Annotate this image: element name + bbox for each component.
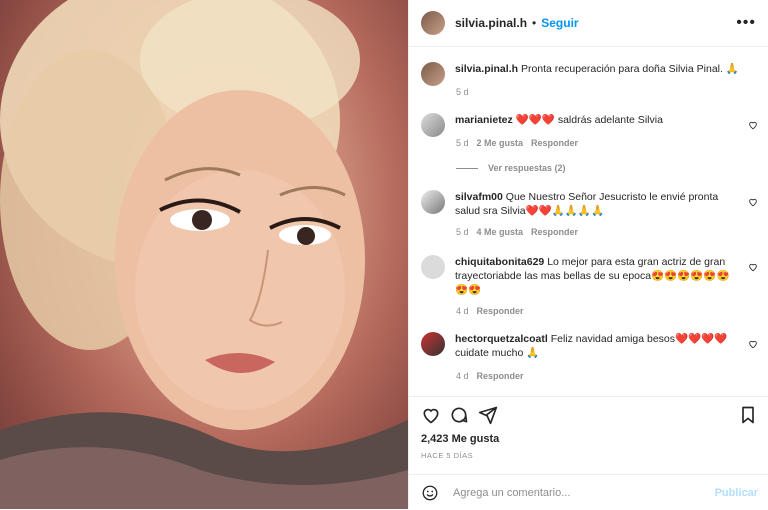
heart-icon[interactable] <box>748 339 758 349</box>
view-replies-button[interactable]: Ver respuestas (2) <box>456 163 566 173</box>
bookmark-icon[interactable] <box>738 405 758 425</box>
publish-button[interactable]: Publicar <box>715 487 758 499</box>
reply-button[interactable]: Responder <box>531 227 578 237</box>
avatar[interactable] <box>421 255 445 279</box>
avatar[interactable] <box>421 11 445 35</box>
avatar[interactable] <box>421 190 445 214</box>
post-timestamp: HACE 5 DÍAS <box>421 451 474 460</box>
comment-composer: Publicar <box>409 474 768 510</box>
share-icon[interactable] <box>478 405 498 425</box>
follow-button[interactable]: Seguir <box>541 16 578 30</box>
action-bar <box>409 396 768 437</box>
comment-username[interactable]: silvafm00 <box>455 191 503 203</box>
heart-icon[interactable] <box>748 120 758 130</box>
comment-meta: 4 d Responder <box>456 306 524 316</box>
header-username[interactable]: silvia.pinal.h <box>455 16 527 30</box>
avatar[interactable] <box>421 332 445 356</box>
comment-meta: 4 d Responder <box>456 371 524 381</box>
likes-count[interactable]: 2,423 Me gusta <box>421 433 499 445</box>
avatar[interactable] <box>421 113 445 137</box>
more-icon[interactable]: ••• <box>736 14 756 32</box>
heart-icon[interactable] <box>748 262 758 272</box>
emoji-icon[interactable] <box>421 484 439 502</box>
comment-text: ❤️❤️❤️ saldrás adelante Silvia <box>515 114 663 126</box>
post-panel: silvia.pinal.h • Seguir ••• silvia.pinal… <box>408 0 768 509</box>
reply-button[interactable]: Responder <box>531 138 578 148</box>
post-header: silvia.pinal.h • Seguir ••• <box>409 0 768 47</box>
reply-button[interactable]: Responder <box>477 371 524 381</box>
heart-icon[interactable] <box>748 197 758 207</box>
post-photo[interactable] <box>0 0 408 509</box>
comment-username[interactable]: hectorquetzalcoatl <box>455 333 548 345</box>
list-item: marianietez ❤️❤️❤️ saldrás adelante Silv… <box>421 113 758 137</box>
caption-text: Pronta recuperación para doña Silvia Pin… <box>520 63 739 75</box>
reply-button[interactable]: Responder <box>477 306 524 316</box>
separator-dot: • <box>532 16 537 30</box>
list-item: hectorquetzalcoatl Feliz navidad amiga b… <box>421 332 758 360</box>
portrait-image <box>0 0 408 509</box>
caption-username[interactable]: silvia.pinal.h <box>455 63 518 75</box>
comment-icon[interactable] <box>449 405 469 425</box>
comment-meta: 5 d2 Me gusta Responder <box>456 138 579 148</box>
list-item: chiquitabonita629 Lo mejor para esta gra… <box>421 255 758 297</box>
comment-likes[interactable]: 2 Me gusta <box>477 138 524 148</box>
comment-meta: 5 d4 Me gusta Responder <box>456 227 579 237</box>
caption-time: 5 d <box>456 87 469 97</box>
caption: silvia.pinal.h Pronta recuperación para … <box>421 62 758 86</box>
comment-input[interactable] <box>451 485 705 500</box>
comments-list[interactable]: silvia.pinal.h Pronta recuperación para … <box>409 47 768 395</box>
comment-username[interactable]: chiquitabonita629 <box>455 256 544 268</box>
list-item: silvafm00 Que Nuestro Señor Jesucristo l… <box>421 190 758 218</box>
comment-likes[interactable]: 4 Me gusta <box>477 227 524 237</box>
avatar[interactable] <box>421 62 445 86</box>
heart-icon[interactable] <box>421 405 441 425</box>
comment-username[interactable]: marianietez <box>455 114 513 126</box>
